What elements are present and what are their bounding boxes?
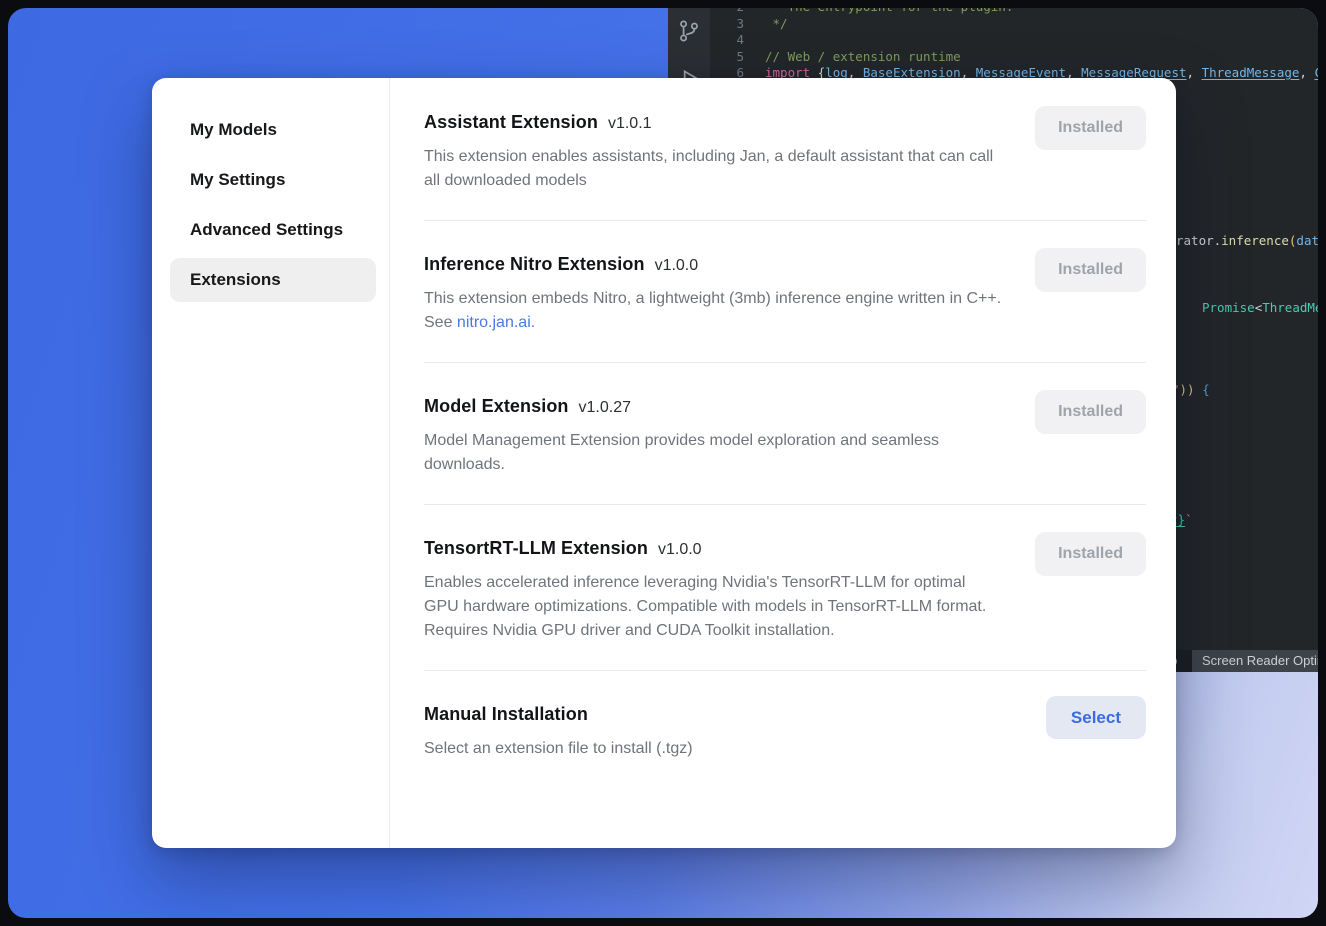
extension-row-manual-installation: Manual Installation Select an extension f… xyxy=(424,671,1146,788)
extension-text: Manual Installation Select an extension f… xyxy=(424,704,1046,761)
extension-row-tensortrt-llm-extension: TensortRT-LLM Extension v1.0.0 Enables acc… xyxy=(424,505,1146,671)
extension-version: v1.0.1 xyxy=(608,115,652,133)
extension-text: Model Extension v1.0.27 Model Management E… xyxy=(424,396,1035,477)
extension-name: Assistant Extension xyxy=(424,112,598,133)
select-file-button[interactable]: Select xyxy=(1046,696,1146,739)
code-token: ThreadMessage xyxy=(1262,300,1318,315)
installed-button[interactable]: Installed xyxy=(1035,532,1146,576)
screenshot-frame: 23456 * The entrypoint for the plugin. *… xyxy=(0,0,1326,926)
installed-button[interactable]: Installed xyxy=(1035,390,1146,434)
installed-button[interactable]: Installed xyxy=(1035,106,1146,150)
code-token: { xyxy=(1195,382,1210,397)
code-fragment: rator.inference(data)); xyxy=(1176,233,1318,249)
code-token xyxy=(765,32,773,47)
code-fragment: Promise<ThreadMessage> xyxy=(1202,300,1318,316)
extension-row-inference-nitro-extension: Inference Nitro Extension v1.0.0 This exte… xyxy=(424,221,1146,363)
extension-text: TensortRT-LLM Extension v1.0.0 Enables acc… xyxy=(424,538,1035,643)
extensions-list: Assistant Extension v1.0.1 This extension … xyxy=(390,78,1176,848)
extension-title-line: TensortRT-LLM Extension v1.0.0 xyxy=(424,538,1035,559)
extension-name: TensortRT-LLM Extension xyxy=(424,538,648,559)
sidebar-item-my-settings[interactable]: My Settings xyxy=(170,158,376,202)
code-token: */ xyxy=(765,16,788,31)
extension-description: This extension embeds Nitro, a lightweig… xyxy=(424,287,1002,335)
sidebar-item-extensions[interactable]: Extensions xyxy=(170,258,376,302)
line-number: 2 xyxy=(710,8,744,16)
extension-row-model-extension: Model Extension v1.0.27 Model Management E… xyxy=(424,363,1146,505)
source-control-icon[interactable] xyxy=(676,18,702,44)
editor-line-numbers: 23456 xyxy=(710,8,744,82)
code-line: // Web / extension runtime xyxy=(765,49,1318,66)
extension-link[interactable]: nitro.jan.ai. xyxy=(457,314,535,331)
line-number: 5 xyxy=(710,49,744,66)
code-token: ` xyxy=(1185,512,1193,527)
code-token: , xyxy=(1187,65,1202,80)
extension-title-line: Inference Nitro Extension v1.0.0 xyxy=(424,254,1035,275)
code-token: // Web / extension runtime xyxy=(765,49,961,64)
extension-version: v1.0.27 xyxy=(579,399,631,417)
editor-code[interactable]: * The entrypoint for the plugin. */ // W… xyxy=(765,8,1318,82)
line-number: 3 xyxy=(710,16,744,33)
code-token: , xyxy=(1299,65,1314,80)
settings-sidebar: My Models My Settings Advanced Settings Ext… xyxy=(152,78,390,848)
extension-description: Select an extension file to install (.tg… xyxy=(424,737,1002,761)
code-line: */ xyxy=(765,16,1318,33)
extension-name: Inference Nitro Extension xyxy=(424,254,645,275)
extension-description: This extension enables assistants, inclu… xyxy=(424,145,1002,193)
code-token: ContentType xyxy=(1314,65,1318,80)
extension-description: Model Management Extension provides mode… xyxy=(424,429,1002,477)
code-line: * The entrypoint for the plugin. xyxy=(765,8,1318,16)
status-screen-reader-item[interactable]: Screen Reader Optimized xyxy=(1192,650,1318,672)
extension-title-line: Manual Installation xyxy=(424,704,1046,725)
line-number: 4 xyxy=(710,32,744,49)
settings-window: My Models My Settings Advanced Settings Ext… xyxy=(152,78,1176,848)
installed-button[interactable]: Installed xyxy=(1035,248,1146,292)
code-line xyxy=(765,32,1318,49)
extension-name: Model Extension xyxy=(424,396,569,417)
sidebar-item-my-models[interactable]: My Models xyxy=(170,108,376,152)
extension-text: Inference Nitro Extension v1.0.0 This exte… xyxy=(424,254,1035,335)
extension-row-assistant-extension: Assistant Extension v1.0.1 This extension … xyxy=(424,112,1146,221)
code-token: ThreadMessage xyxy=(1202,65,1300,80)
code-fragment: ")) { xyxy=(1172,382,1210,398)
extension-text: Assistant Extension v1.0.1 This extension … xyxy=(424,112,1035,193)
extension-name: Manual Installation xyxy=(424,704,588,725)
extension-description: Enables accelerated inference leveraging… xyxy=(424,571,1002,643)
sidebar-item-advanced-settings[interactable]: Advanced Settings xyxy=(170,208,376,252)
code-token: rator. xyxy=(1176,233,1221,248)
code-token: data xyxy=(1296,233,1318,248)
extension-version: v1.0.0 xyxy=(658,541,702,559)
extension-title-line: Assistant Extension v1.0.1 xyxy=(424,112,1035,133)
code-token: * The entrypoint for the plugin. xyxy=(765,8,1013,14)
extension-version: v1.0.0 xyxy=(655,257,699,275)
code-token: )) xyxy=(1180,382,1195,397)
extension-title-line: Model Extension v1.0.27 xyxy=(424,396,1035,417)
gradient-background: 23456 * The entrypoint for the plugin. *… xyxy=(8,8,1318,918)
code-token: inference xyxy=(1221,233,1289,248)
code-token: Promise xyxy=(1202,300,1255,315)
